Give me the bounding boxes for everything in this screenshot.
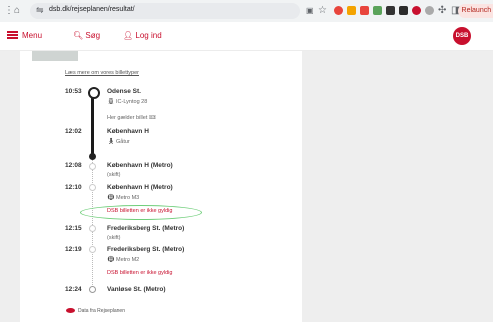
address-bar[interactable]: ⇋ dsb.dk/rejseplanen/resultat/ <box>30 3 300 19</box>
login-button[interactable]: 👤︎ Log ind <box>123 31 162 41</box>
stop-time: 12:15 <box>65 225 82 232</box>
metro-icon: 🚇︎ <box>107 195 115 201</box>
stop-name: Vanløse St. (Metro) <box>107 286 166 293</box>
stop-time: 12:08 <box>65 162 82 169</box>
url-text: dsb.dk/rejseplanen/resultat/ <box>49 6 135 13</box>
stop-transfer-note: (skift) <box>107 235 121 241</box>
stop-name: København H <box>107 128 149 135</box>
dsb-logo[interactable]: DSB <box>453 27 471 45</box>
stop-line-info: 🚇︎Metro M3 <box>107 195 140 201</box>
ticket-valid-note: Her gælder billet 🎫︎ <box>107 115 156 121</box>
stop-marker <box>89 163 96 170</box>
stop-line-info: 🚇︎Metro M2 <box>107 257 140 263</box>
route-line-train <box>91 95 94 155</box>
route-line-transfer <box>92 160 93 287</box>
browser-toolbar: ⋮ ⌂ ⇋ dsb.dk/rejseplanen/resultat/ ▣ ☆ ✣… <box>0 0 493 23</box>
stop-line-info: 🚆︎IC-Lyntog 28 <box>107 99 148 105</box>
extension-icon[interactable] <box>399 6 408 15</box>
highlight-annotation <box>80 205 202 220</box>
stop-line-info: 🚶︎Gåtur <box>107 139 130 145</box>
home-icon[interactable]: ⌂ <box>14 5 20 17</box>
stop-marker <box>89 286 96 293</box>
extension-icon[interactable] <box>334 6 343 15</box>
stop-time: 12:24 <box>65 286 82 293</box>
menu-button[interactable]: Menu <box>7 31 42 41</box>
stop-transfer-note: (skift) <box>107 172 121 178</box>
collapsed-section-bar <box>32 51 78 61</box>
stop-name: Frederiksberg St. (Metro) <box>107 246 185 253</box>
train-icon: 🚆︎ <box>107 99 115 105</box>
ticket-invalid-warning: DSB billetten er ikke gyldig <box>107 270 173 276</box>
extension-icon[interactable] <box>360 6 369 15</box>
metro-icon: 🚇︎ <box>107 257 115 263</box>
extension-icon[interactable] <box>412 6 421 15</box>
stop-marker <box>89 153 96 160</box>
extension-icon[interactable] <box>373 6 382 15</box>
stop-marker <box>89 225 96 232</box>
stop-time: 12:19 <box>65 246 82 253</box>
page-background-right <box>302 51 493 322</box>
user-icon: 👤︎ <box>123 31 134 40</box>
ticket-icon: 🎫︎ <box>148 115 156 121</box>
stop-marker <box>89 246 96 253</box>
walk-icon: 🚶︎ <box>107 139 115 145</box>
hamburger-icon <box>7 31 18 39</box>
extension-icon[interactable] <box>386 6 395 15</box>
extension-icon[interactable] <box>425 6 434 15</box>
stop-time: 10:53 <box>65 88 82 95</box>
site-header: Menu 🔍︎ Søg 👤︎ Log ind DSB <box>0 22 493 51</box>
stop-time: 12:10 <box>65 184 82 191</box>
stop-marker <box>88 87 100 99</box>
extensions-puzzle-icon[interactable]: ✣ <box>438 5 446 17</box>
rejseplanen-logo-icon <box>66 308 75 314</box>
stop-name: København H (Metro) <box>107 184 173 191</box>
stop-name: Frederiksberg St. (Metro) <box>107 225 185 232</box>
menu-dots-icon[interactable]: ⋮ <box>4 5 14 17</box>
search-button[interactable]: 🔍︎ Søg <box>73 31 100 41</box>
bookmark-star-icon[interactable]: ☆ <box>318 5 327 17</box>
stop-marker <box>89 184 96 191</box>
translate-icon[interactable]: ▣ <box>306 5 314 17</box>
rejseplanen-credit[interactable]: Data fra Rejseplanen <box>66 308 125 314</box>
search-icon: 🔍︎ <box>73 31 84 40</box>
stop-name: Odense St. <box>107 88 141 95</box>
ticket-types-link[interactable]: Læs mere om vores billettyper <box>65 70 139 76</box>
stop-time: 12:02 <box>65 128 82 135</box>
page-background-left <box>0 51 20 322</box>
relaunch-button[interactable]: Relaunch t <box>457 4 493 18</box>
site-info-icon[interactable]: ⇋ <box>36 5 44 16</box>
extension-icon[interactable] <box>347 6 356 15</box>
stop-name: København H (Metro) <box>107 162 173 169</box>
